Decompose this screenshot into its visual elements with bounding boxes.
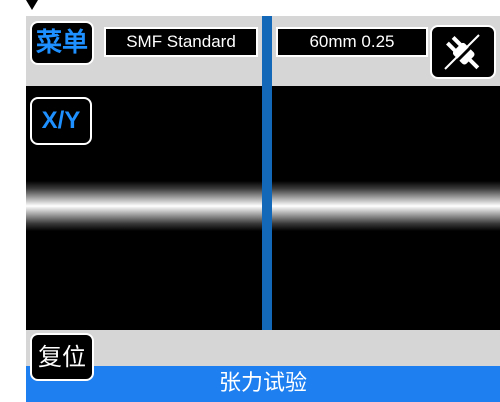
power-plug-icon (444, 34, 483, 73)
menu-button[interactable]: 菜单 (30, 21, 94, 65)
fiber-type-field: SMF Standard (104, 27, 258, 57)
fiber-view-display: 张力试验 (26, 16, 500, 402)
xy-view-button[interactable]: X/Y (30, 97, 92, 145)
cleave-setting-field: 60mm 0.25 (276, 27, 428, 57)
splicer-screen: 张力试验 菜单 SMF Standard 60mm 0.25 X/Y 复位 (0, 0, 500, 402)
bottom-band (26, 330, 500, 366)
pointer-arrow-icon (26, 0, 38, 10)
reset-button[interactable]: 复位 (30, 333, 94, 381)
center-cursor-line[interactable] (262, 16, 272, 332)
power-button[interactable] (430, 25, 496, 79)
status-text: 张力试验 (218, 371, 307, 396)
